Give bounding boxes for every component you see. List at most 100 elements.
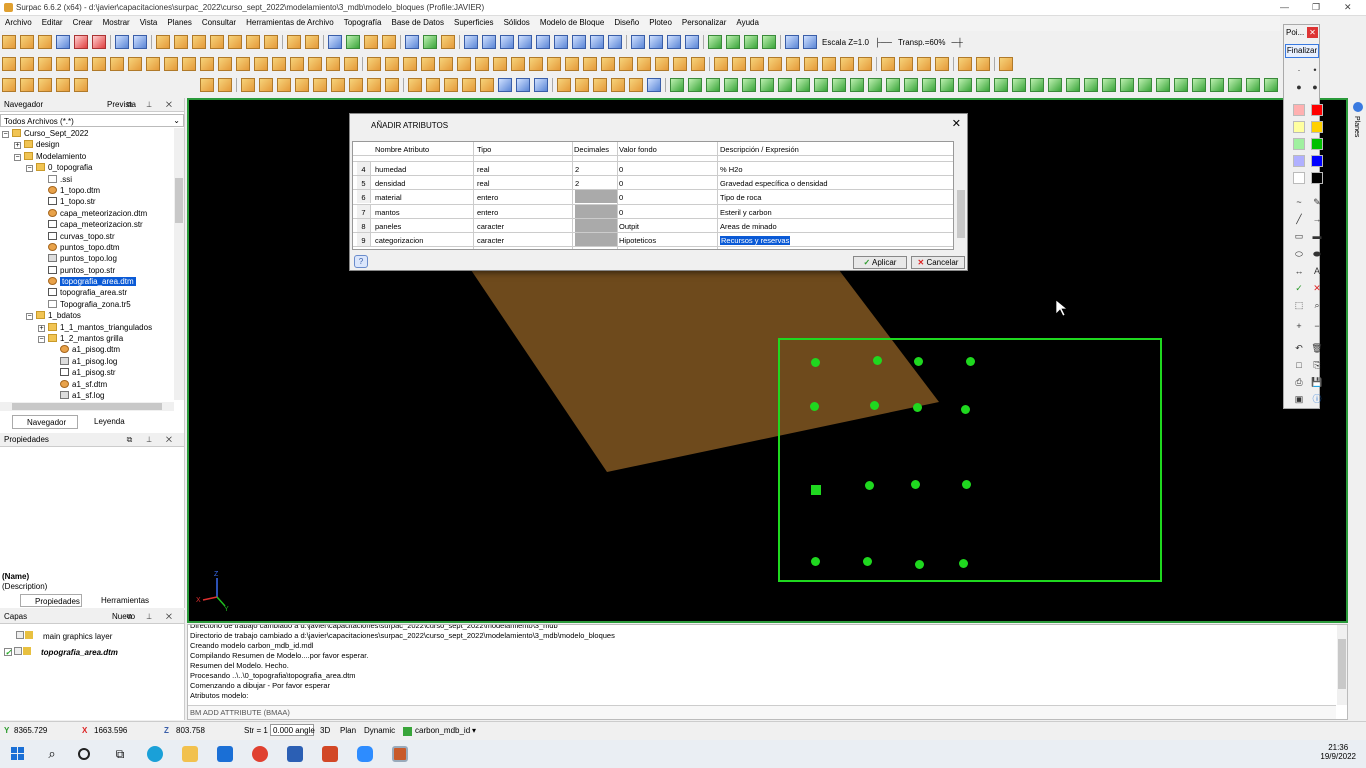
info-icon[interactable]: ⓘ [1311, 394, 1323, 404]
toolbar-button-icon[interactable] [92, 78, 106, 92]
save-icon[interactable]: 💾 [1311, 377, 1323, 387]
toolbar-button-icon[interactable] [814, 78, 828, 92]
toolbar-button-icon[interactable] [200, 57, 214, 71]
attribute-name-cell[interactable]: paneles [375, 222, 401, 231]
toolbar-button-icon[interactable] [38, 57, 52, 71]
toolbar-button-icon[interactable] [38, 78, 52, 92]
attribute-background-cell[interactable]: 0 [619, 165, 623, 174]
toolbar-button-icon[interactable] [164, 57, 178, 71]
toolbar-button-icon[interactable] [313, 78, 327, 92]
toolbar-button-icon[interactable] [326, 57, 340, 71]
toolbar-button-icon[interactable] [236, 57, 250, 71]
toolbar-button-icon[interactable] [804, 57, 818, 71]
toolbar-button-icon[interactable] [164, 78, 178, 92]
tree-item[interactable]: − 1_2_mantos grilla [0, 333, 173, 344]
tree-item[interactable]: capa_meteorizacion.str [0, 219, 173, 230]
menu-item[interactable]: Ploteo [644, 16, 677, 27]
toolbar-button-icon[interactable] [20, 78, 34, 92]
windows-start-icon[interactable] [10, 746, 26, 762]
dot-xlarge-icon[interactable]: ● [1309, 82, 1321, 92]
attribute-name-cell[interactable]: material [375, 193, 402, 202]
collapse-icon[interactable]: − [38, 336, 45, 344]
toolbar-button-icon[interactable] [464, 35, 478, 49]
freehand-icon[interactable]: ~ [1293, 197, 1305, 207]
mail-icon[interactable] [217, 746, 233, 762]
toolbar-button-icon[interactable] [439, 57, 453, 71]
toolbar-button-icon[interactable] [858, 57, 872, 71]
menu-item[interactable]: Consultar [197, 16, 241, 27]
toolbar-button-icon[interactable] [115, 35, 129, 49]
menu-item[interactable]: Base de Datos [387, 16, 449, 27]
attribute-decimals-cell[interactable]: 2 [575, 179, 579, 188]
toolbar-button-icon[interactable] [619, 57, 633, 71]
toolbar-button-icon[interactable] [1120, 78, 1134, 92]
attribute-description-cell[interactable]: Gravedad específica o densidad [720, 179, 828, 188]
lock-icon[interactable] [23, 647, 31, 655]
toolbar-button-icon[interactable] [74, 35, 88, 49]
toolbar-button-icon[interactable] [1192, 78, 1206, 92]
toolbar-button-icon[interactable] [128, 57, 142, 71]
cancel-button[interactable]: ✕ Cancelar [911, 256, 965, 269]
toolbar-button-icon[interactable] [441, 35, 455, 49]
toolbar-button-icon[interactable] [192, 35, 206, 49]
clock[interactable]: 21:36 19/9/2022 [1320, 743, 1356, 761]
toolbar-button-icon[interactable] [287, 35, 301, 49]
toolbar-button-icon[interactable] [940, 78, 954, 92]
toolbar-button-icon[interactable] [881, 57, 895, 71]
file-filter-select[interactable]: Todos Archivos (*.*) ⌄ [0, 114, 184, 127]
toolbar-button-icon[interactable] [367, 78, 381, 92]
toolbar-button-icon[interactable] [2, 78, 16, 92]
filled-rectangle-icon[interactable]: ▬ [1311, 231, 1323, 241]
toolbar-button-icon[interactable] [1246, 78, 1260, 92]
cortana-icon[interactable] [78, 748, 90, 760]
toolbar-button-icon[interactable] [976, 78, 990, 92]
attribute-type-cell[interactable]: entero [477, 208, 498, 217]
toolbar-button-icon[interactable] [385, 78, 399, 92]
help-button[interactable]: ? [354, 255, 368, 268]
toolbar-button-icon[interactable] [426, 78, 440, 92]
toolbar-button-icon[interactable] [1048, 78, 1062, 92]
tree-item[interactable]: curvas_topo.str [0, 231, 173, 242]
close-icon[interactable]: ✕ [952, 117, 961, 130]
toolbar-button-icon[interactable] [74, 57, 88, 71]
tab-navegador[interactable]: Navegador [12, 415, 78, 429]
dot-large-icon[interactable]: ● [1293, 82, 1305, 92]
toolbar-button-icon[interactable] [647, 78, 661, 92]
attribute-type-cell[interactable]: entero [477, 193, 498, 202]
toolbar-button-icon[interactable] [557, 78, 571, 92]
attribute-type-cell[interactable]: real [477, 179, 490, 188]
toolbar-button-icon[interactable] [264, 35, 278, 49]
toolbar-button-icon[interactable] [583, 57, 597, 71]
color-swatch[interactable] [1311, 172, 1323, 184]
toolbar-button-icon[interactable] [1228, 78, 1242, 92]
apply-button[interactable]: ✓ Aplicar [853, 256, 907, 269]
file-explorer-icon[interactable] [182, 746, 198, 762]
attribute-row[interactable]: 7 mantos entero 0 Esteril y carbon [353, 204, 953, 219]
menu-item[interactable]: Sólidos [499, 16, 535, 27]
toolbar-button-icon[interactable] [886, 78, 900, 92]
toolbar-button-icon[interactable] [850, 78, 864, 92]
color-swatch[interactable] [1293, 104, 1305, 116]
toolbar-button-icon[interactable] [174, 35, 188, 49]
toolbar-button-icon[interactable] [146, 57, 160, 71]
tree-item[interactable]: − 1_bdatos [0, 310, 173, 321]
dot-small-icon[interactable]: · [1293, 65, 1305, 75]
finish-button[interactable]: Finalizar [1285, 44, 1319, 58]
toolbar-button-icon[interactable] [110, 57, 124, 71]
search-icon[interactable]: ⌕ [44, 746, 60, 762]
attribute-background-cell[interactable]: 0 [619, 193, 623, 202]
angle-input[interactable]: 0.000 angle [270, 724, 315, 736]
toolbar-button-icon[interactable] [667, 35, 681, 49]
color-swatch[interactable] [1293, 172, 1305, 184]
toolbar-button-icon[interactable] [762, 35, 776, 49]
toolbar-button-icon[interactable] [128, 78, 142, 92]
toolbar-button-icon[interactable] [364, 35, 378, 49]
toolbar-button-icon[interactable] [20, 57, 34, 71]
tree-item[interactable]: capa_meteorizacion.dtm [0, 208, 173, 219]
attribute-row[interactable]: 8 paneles caracter Outpit Areas de minado [353, 218, 953, 233]
tree-item[interactable]: a1_pisog.str [0, 367, 173, 378]
color-swatch[interactable] [1293, 121, 1305, 133]
toolbar-button-icon[interactable] [500, 35, 514, 49]
tab-leyenda[interactable]: Leyenda [80, 415, 132, 429]
checkbox-checked-icon[interactable]: ✓ [4, 648, 12, 657]
